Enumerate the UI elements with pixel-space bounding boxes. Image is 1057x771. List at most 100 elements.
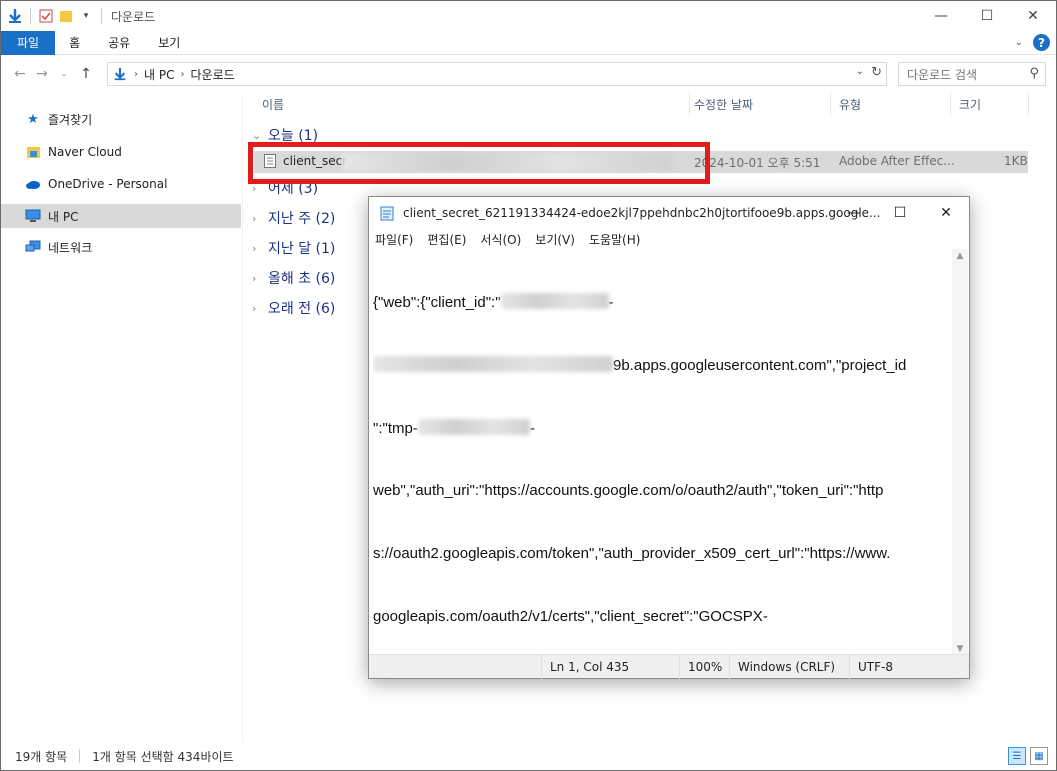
search-placeholder: 다운로드 검색 bbox=[907, 67, 978, 82]
star-icon: ★ bbox=[27, 111, 39, 127]
status-bar: 19개 항목 1개 항목 선택함 434바이트 ☰ ▦ bbox=[1, 742, 1056, 770]
text-line-content: - bbox=[529, 420, 535, 437]
sidebar-item-label: 즐겨찾기 bbox=[48, 112, 93, 127]
notepad-window-controls: — ☐ ✕ bbox=[831, 197, 969, 229]
sidebar-item-this-pc[interactable]: 내 PC bbox=[1, 204, 241, 228]
search-icon[interactable]: ⚲ bbox=[1029, 66, 1039, 81]
properties-icon[interactable] bbox=[38, 8, 54, 24]
text-line: s://oauth2.googleapis.com/token","auth_p… bbox=[373, 545, 891, 562]
sidebar-item-naver-cloud[interactable]: Naver Cloud bbox=[1, 140, 241, 164]
forward-icon[interactable]: → bbox=[31, 66, 53, 82]
file-date: 2024-10-01 오후 5:51 bbox=[694, 156, 821, 170]
text-line-content: - bbox=[608, 294, 614, 311]
tab-share[interactable]: 공유 bbox=[94, 31, 144, 55]
notepad-icon bbox=[379, 205, 395, 221]
large-icons-view-icon[interactable]: ▦ bbox=[1030, 747, 1048, 765]
text-line-content: ":"tmp- bbox=[373, 420, 418, 437]
close-button[interactable]: ✕ bbox=[1010, 1, 1056, 31]
chevron-right-icon[interactable]: › bbox=[180, 69, 184, 80]
breadcrumb-this-pc[interactable]: 내 PC bbox=[144, 66, 174, 83]
highlight-annotation-box bbox=[248, 142, 710, 184]
text-line-content: {"web":{"client_id":" bbox=[373, 294, 501, 311]
column-header-date-modified[interactable]: 수정한 날짜 bbox=[686, 93, 831, 115]
customize-toolbar-icon[interactable]: ▾ bbox=[78, 8, 94, 24]
sidebar-item-label: Naver Cloud bbox=[48, 145, 122, 159]
group-label: 지난 달 (1) bbox=[268, 241, 336, 257]
tab-view[interactable]: 보기 bbox=[144, 31, 194, 55]
chevron-right-icon: › bbox=[252, 271, 257, 285]
quick-access-toolbar: ▾ bbox=[1, 8, 105, 24]
tab-file[interactable]: 파일 bbox=[1, 30, 56, 55]
sidebar-item-onedrive[interactable]: OneDrive - Personal bbox=[1, 172, 241, 196]
file-type: Adobe After Effec... bbox=[839, 154, 955, 168]
back-icon[interactable]: ← bbox=[9, 66, 31, 82]
minimize-button[interactable]: — bbox=[918, 1, 964, 31]
column-header-name[interactable]: 이름 bbox=[254, 93, 690, 115]
network-icon bbox=[25, 239, 41, 255]
navigation-pane: ★ 즐겨찾기 Naver Cloud OneDrive - Personal 내… bbox=[1, 97, 243, 742]
column-header-type[interactable]: 유형 bbox=[831, 93, 951, 115]
notepad-maximize-button[interactable]: ☐ bbox=[877, 197, 923, 229]
menu-help[interactable]: 도움말(H) bbox=[589, 231, 641, 248]
menu-file[interactable]: 파일(F) bbox=[375, 231, 413, 248]
chevron-down-icon: ⌄ bbox=[252, 128, 262, 142]
sidebar-item-quick-access[interactable]: ★ 즐겨찾기 bbox=[1, 107, 241, 131]
encoding: UTF-8 bbox=[849, 654, 969, 679]
group-last-week[interactable]: › 지난 주 (2) bbox=[252, 207, 335, 229]
cursor-position: Ln 1, Col 435 bbox=[541, 654, 679, 679]
group-label: 오래 전 (6) bbox=[268, 301, 336, 317]
refresh-icon[interactable]: ↻ bbox=[871, 65, 882, 80]
notepad-titlebar: client_secret_621191334424-edoe2kjl7ppeh… bbox=[369, 197, 969, 229]
breadcrumb-downloads[interactable]: 다운로드 bbox=[190, 66, 234, 83]
notepad-title: client_secret_621191334424-edoe2kjl7ppeh… bbox=[403, 206, 881, 220]
status-spacer bbox=[369, 655, 541, 679]
chevron-right-icon: › bbox=[252, 241, 257, 255]
search-box[interactable]: 다운로드 검색 ⚲ bbox=[898, 62, 1046, 86]
maximize-button[interactable]: ☐ bbox=[964, 1, 1010, 31]
scroll-up-icon[interactable]: ▲ bbox=[952, 251, 968, 261]
tab-home[interactable]: 홈 bbox=[55, 31, 94, 55]
notepad-menubar: 파일(F) 편집(E) 서식(O) 보기(V) 도움말(H) bbox=[369, 229, 640, 249]
text-line: 9b.apps.googleusercontent.com","project_… bbox=[373, 354, 953, 375]
downloads-folder-icon bbox=[112, 66, 128, 82]
details-view-icon[interactable]: ☰ bbox=[1008, 747, 1026, 765]
explorer-titlebar: ▾ 다운로드 — ☐ ✕ bbox=[1, 1, 1056, 31]
text-line: {"web":{"client_id":" - bbox=[373, 291, 953, 312]
file-size: 1KB bbox=[1004, 154, 1028, 168]
group-long-ago[interactable]: › 오래 전 (6) bbox=[252, 297, 335, 319]
notepad-close-button[interactable]: ✕ bbox=[923, 197, 969, 229]
menu-edit[interactable]: 편집(E) bbox=[427, 231, 466, 248]
window-controls: — ☐ ✕ bbox=[918, 1, 1056, 31]
ribbon-right: ⌄ ? bbox=[1015, 34, 1050, 51]
recent-locations-icon[interactable]: ⌄ bbox=[53, 69, 75, 79]
text-line-content: 9b.apps.googleusercontent.com","project_… bbox=[613, 357, 907, 374]
selection-info: 1개 항목 선택함 434바이트 bbox=[92, 749, 234, 764]
up-icon[interactable]: ↑ bbox=[75, 66, 97, 82]
address-bar[interactable]: › 내 PC › 다운로드 ⌄ ↻ bbox=[107, 62, 887, 86]
menu-view[interactable]: 보기(V) bbox=[535, 231, 575, 248]
navigation-bar: ← → ⌄ ↑ › 내 PC › 다운로드 ⌄ ↻ 다운로드 검색 ⚲ bbox=[1, 59, 1056, 89]
scroll-down-icon[interactable]: ▼ bbox=[952, 644, 968, 654]
address-dropdown-icon[interactable]: ⌄ bbox=[856, 66, 864, 77]
redacted-text bbox=[373, 356, 613, 372]
menu-format[interactable]: 서식(O) bbox=[480, 231, 521, 248]
cloud-icon bbox=[25, 176, 41, 192]
zoom-level: 100% bbox=[679, 654, 729, 679]
help-icon[interactable]: ? bbox=[1033, 34, 1050, 51]
ribbon-tabs: 파일 홈 공유 보기 ⌄ ? bbox=[1, 30, 1056, 55]
column-header-size[interactable]: 크기 bbox=[951, 93, 1029, 115]
group-label: 올해 초 (6) bbox=[268, 271, 336, 287]
window-title: 다운로드 bbox=[111, 9, 156, 24]
sidebar-item-label: OneDrive - Personal bbox=[48, 177, 168, 191]
group-earlier-this-year[interactable]: › 올해 초 (6) bbox=[252, 267, 335, 289]
download-arrow-icon bbox=[7, 8, 23, 24]
expand-ribbon-icon[interactable]: ⌄ bbox=[1015, 37, 1023, 48]
new-folder-icon[interactable] bbox=[58, 8, 74, 24]
chevron-right-icon: › bbox=[252, 211, 257, 225]
group-last-month[interactable]: › 지난 달 (1) bbox=[252, 237, 335, 259]
vertical-scrollbar[interactable]: ▲ ▼ bbox=[952, 249, 968, 656]
notepad-text-area[interactable]: {"web":{"client_id":" - 9b.apps.googleuse… bbox=[373, 249, 953, 651]
notepad-minimize-button[interactable]: — bbox=[831, 197, 877, 229]
sidebar-item-network[interactable]: 네트워크 bbox=[1, 235, 241, 259]
chevron-right-icon[interactable]: › bbox=[134, 69, 138, 80]
